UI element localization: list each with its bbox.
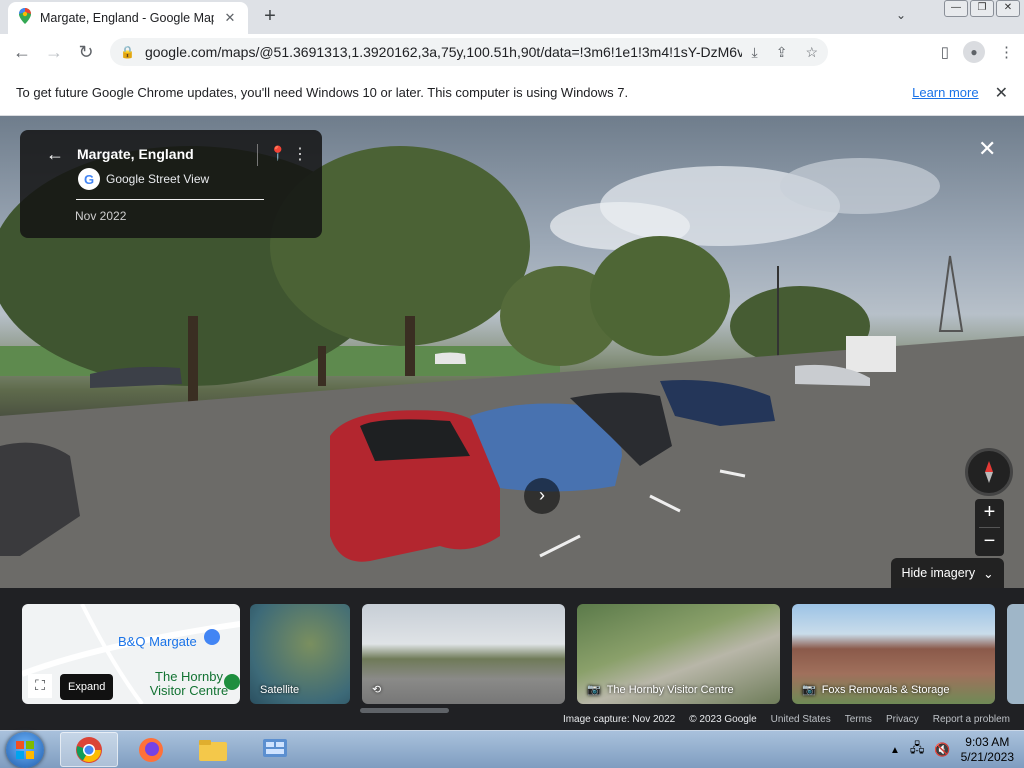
clock[interactable]: 9:03 AM 5/21/2023 [961, 735, 1014, 765]
rotate-360-icon: ⟲ [372, 684, 382, 696]
tab-strip: Margate, England - Google Maps ✕ + ⌄ — ❐… [0, 0, 1024, 34]
photo-thumbnail-foxs[interactable]: 📷 Foxs Removals & Storage [792, 604, 995, 704]
street-view-thumbnail[interactable]: ⟲ [362, 604, 565, 704]
imagery-date-button[interactable]: Nov 2022 [75, 209, 126, 223]
imagery-filmstrip: B&Q Margate The Hornby Visitor Centre ⛶ … [0, 588, 1024, 730]
tab-close-icon[interactable]: ✕ [222, 10, 238, 26]
taskbar-explorer-icon[interactable] [184, 732, 242, 767]
region-link[interactable]: United States [771, 714, 831, 728]
taskbar-chrome-icon[interactable] [60, 732, 118, 767]
minimap-label-bq: B&Q Margate [118, 634, 197, 649]
omnibox-actions: ⤓ ⇪ ☆ [752, 44, 819, 61]
new-tab-button[interactable]: + [258, 5, 282, 29]
share-icon[interactable]: ⇪ [776, 44, 788, 61]
minimize-button[interactable]: — [944, 0, 968, 17]
camera-icon: 📷 [587, 684, 601, 696]
tab-title: Margate, England - Google Maps [40, 11, 214, 25]
url-text[interactable]: google.com/maps/@51.3691313,1.3920162,3a… [145, 44, 742, 60]
restore-button[interactable]: ❐ [970, 0, 994, 17]
taskbar-control-panel-icon[interactable] [246, 732, 304, 767]
close-street-view-icon[interactable]: ✕ [978, 136, 996, 162]
infobar-close-icon[interactable]: ✕ [995, 83, 1008, 103]
reload-icon[interactable]: ↻ [70, 36, 102, 68]
clock-time: 9:03 AM [965, 735, 1010, 749]
zoom-controls: + − [975, 499, 1004, 556]
street-view-info-card: ← Margate, England 📍 ⋮ G Google Street V… [20, 130, 322, 238]
photo-thumbnail-partial[interactable] [1007, 604, 1024, 704]
bookmark-star-icon[interactable]: ☆ [805, 44, 818, 61]
photo-thumbnail-hornby[interactable]: 📷 The Hornby Visitor Centre [577, 604, 780, 704]
tray-expand-icon[interactable]: ▲ [890, 745, 900, 756]
update-infobar: To get future Google Chrome updates, you… [0, 70, 1024, 116]
map-footer: Image capture: Nov 2022 © 2023 Google Un… [0, 714, 1024, 728]
back-arrow-icon[interactable]: ← [46, 144, 64, 165]
copyright: © 2023 Google [689, 714, 757, 725]
photo-label-foxs-text: Foxs Removals & Storage [821, 683, 950, 696]
menu-kebab-icon[interactable]: ⋮ [999, 43, 1014, 61]
screen: Margate, England - Google Maps ✕ + ⌄ — ❐… [0, 0, 1024, 768]
place-title: Margate, England [77, 146, 194, 162]
report-problem-link[interactable]: Report a problem [933, 714, 1010, 728]
minimap-thumbnail[interactable]: B&Q Margate The Hornby Visitor Centre ⛶ … [22, 604, 240, 704]
hide-imagery-label: Hide imagery [901, 566, 976, 580]
more-options-icon[interactable]: ⋮ [292, 144, 308, 164]
close-window-button[interactable]: ✕ [996, 0, 1020, 17]
google-logo-icon: G [78, 168, 100, 190]
lock-icon[interactable]: 🔒 [120, 45, 135, 59]
window-controls: — ❐ ✕ [944, 0, 1020, 17]
side-panel-icon[interactable]: ▯ [941, 43, 949, 61]
photo-label-hornby: 📷 The Hornby Visitor Centre [587, 683, 734, 697]
tab-google-maps[interactable]: Margate, England - Google Maps ✕ [8, 2, 248, 34]
compass-icon[interactable] [965, 448, 1013, 496]
back-arrow-icon[interactable]: ← [6, 36, 38, 68]
tab-search-chevron-icon[interactable]: ⌄ [896, 8, 906, 22]
privacy-link[interactable]: Privacy [886, 714, 919, 728]
terms-link[interactable]: Terms [845, 714, 872, 728]
location-pin-icon[interactable]: 📍 [269, 145, 286, 162]
forward-arrow-icon[interactable]: → [38, 36, 70, 68]
start-button-icon[interactable] [6, 732, 44, 768]
filmstrip-scrollbar[interactable] [360, 708, 449, 713]
chevron-down-icon: ⌄ [983, 566, 994, 581]
expand-icon[interactable]: ⛶ [28, 674, 52, 698]
toolbar-right: ▯ ● ⋮ [941, 36, 1014, 68]
expand-tooltip: Expand [60, 674, 114, 700]
network-icon[interactable]: 🖧 [910, 739, 925, 761]
browser-toolbar: ← → ↻ 🔒 google.com/maps/@51.3691313,1.39… [0, 34, 1024, 70]
card-divider [76, 199, 264, 200]
navigation-arrow-icon[interactable]: › [524, 478, 560, 514]
infobar-message: To get future Google Chrome updates, you… [16, 85, 629, 100]
volume-muted-icon[interactable]: 🔇 [934, 742, 950, 758]
camera-icon: 📷 [802, 684, 816, 696]
street-view-panorama[interactable]: ← Margate, England 📍 ⋮ G Google Street V… [0, 116, 1024, 588]
zoom-in-button[interactable]: + [975, 499, 1004, 527]
system-tray: ▲ 🖧 🔇 9:03 AM 5/21/2023 [890, 733, 1014, 767]
maps-pin-icon [18, 7, 32, 29]
card-divider-vertical [257, 144, 258, 166]
zoom-out-button[interactable]: − [975, 528, 1004, 556]
clock-date: 5/21/2023 [960, 750, 1014, 764]
photo-label-hornby-text: The Hornby Visitor Centre [606, 683, 734, 696]
install-icon[interactable]: ⤓ [752, 44, 758, 61]
minimap-label-hornby: The Hornby Visitor Centre [149, 669, 229, 698]
hide-imagery-button[interactable]: Hide imagery ⌄ [891, 558, 1004, 588]
provider-label: Google Street View [106, 172, 210, 186]
satellite-label: Satellite [260, 684, 300, 696]
taskbar-firefox-icon[interactable] [122, 732, 180, 767]
image-capture-date: Image capture: Nov 2022 [562, 714, 676, 725]
windows-taskbar: ▲ 🖧 🔇 9:03 AM 5/21/2023 [0, 730, 1024, 768]
learn-more-link[interactable]: Learn more [912, 85, 978, 100]
address-bar[interactable]: 🔒 google.com/maps/@51.3691313,1.3920162,… [110, 38, 828, 66]
profile-avatar-icon[interactable]: ● [963, 41, 985, 63]
photo-label-foxs: 📷 Foxs Removals & Storage [802, 683, 950, 697]
satellite-thumbnail[interactable]: Satellite [250, 604, 350, 704]
